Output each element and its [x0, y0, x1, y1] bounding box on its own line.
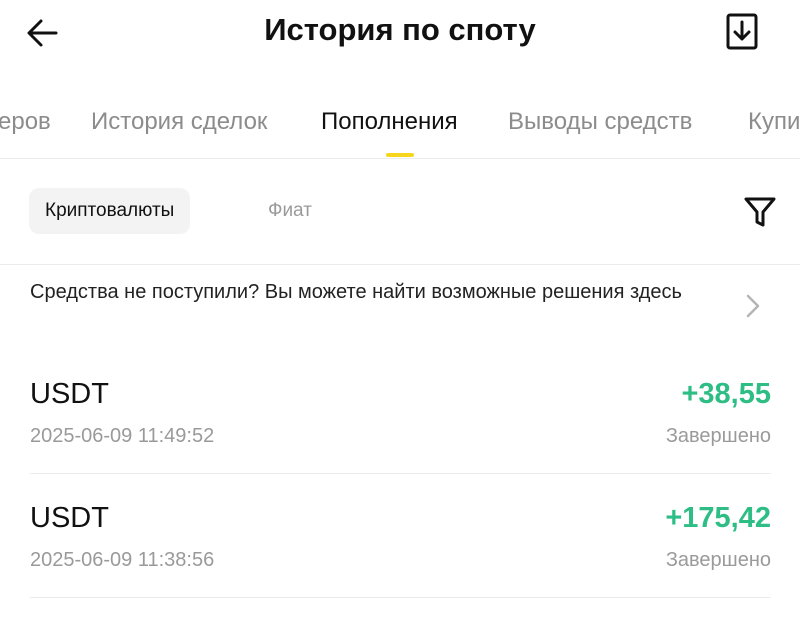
tab-deposits[interactable]: Пополнения [321, 108, 458, 136]
header: История по споту [0, 0, 800, 70]
chip-crypto[interactable]: Криптовалюты [29, 188, 191, 234]
tab-buy[interactable]: Купи [748, 108, 800, 136]
timestamp: 2025-06-09 11:38:56 [30, 549, 215, 571]
download-button[interactable] [722, 12, 762, 52]
timestamp: 2025-06-09 11:49:52 [30, 425, 215, 447]
funnel-icon [744, 197, 776, 227]
tab-partial-left[interactable]: еров [0, 108, 51, 136]
status-text: Завершено [665, 549, 771, 571]
row-divider [30, 597, 771, 598]
tab-bar: еров История сделок Пополнения Выводы ср… [0, 92, 800, 159]
page-title: История по споту [264, 12, 536, 47]
coin-name: USDT [30, 502, 109, 534]
amount: +175,42 [665, 502, 771, 534]
notice-text[interactable]: Средства не поступили? Вы можете найти в… [30, 277, 730, 308]
amount: +38,55 [681, 378, 771, 410]
download-icon [726, 13, 758, 50]
chip-fiat[interactable]: Фиат [252, 188, 328, 234]
tab-trade-history[interactable]: История сделок [91, 108, 267, 136]
tab-withdrawals[interactable]: Выводы средств [508, 108, 692, 136]
active-tab-indicator [386, 153, 414, 157]
row-divider [30, 473, 771, 474]
coin-name: USDT [30, 378, 109, 410]
status-text: Завершено [665, 425, 771, 447]
chevron-right-icon[interactable] [740, 292, 764, 320]
filter-button[interactable] [742, 194, 778, 230]
section-divider [0, 264, 800, 265]
